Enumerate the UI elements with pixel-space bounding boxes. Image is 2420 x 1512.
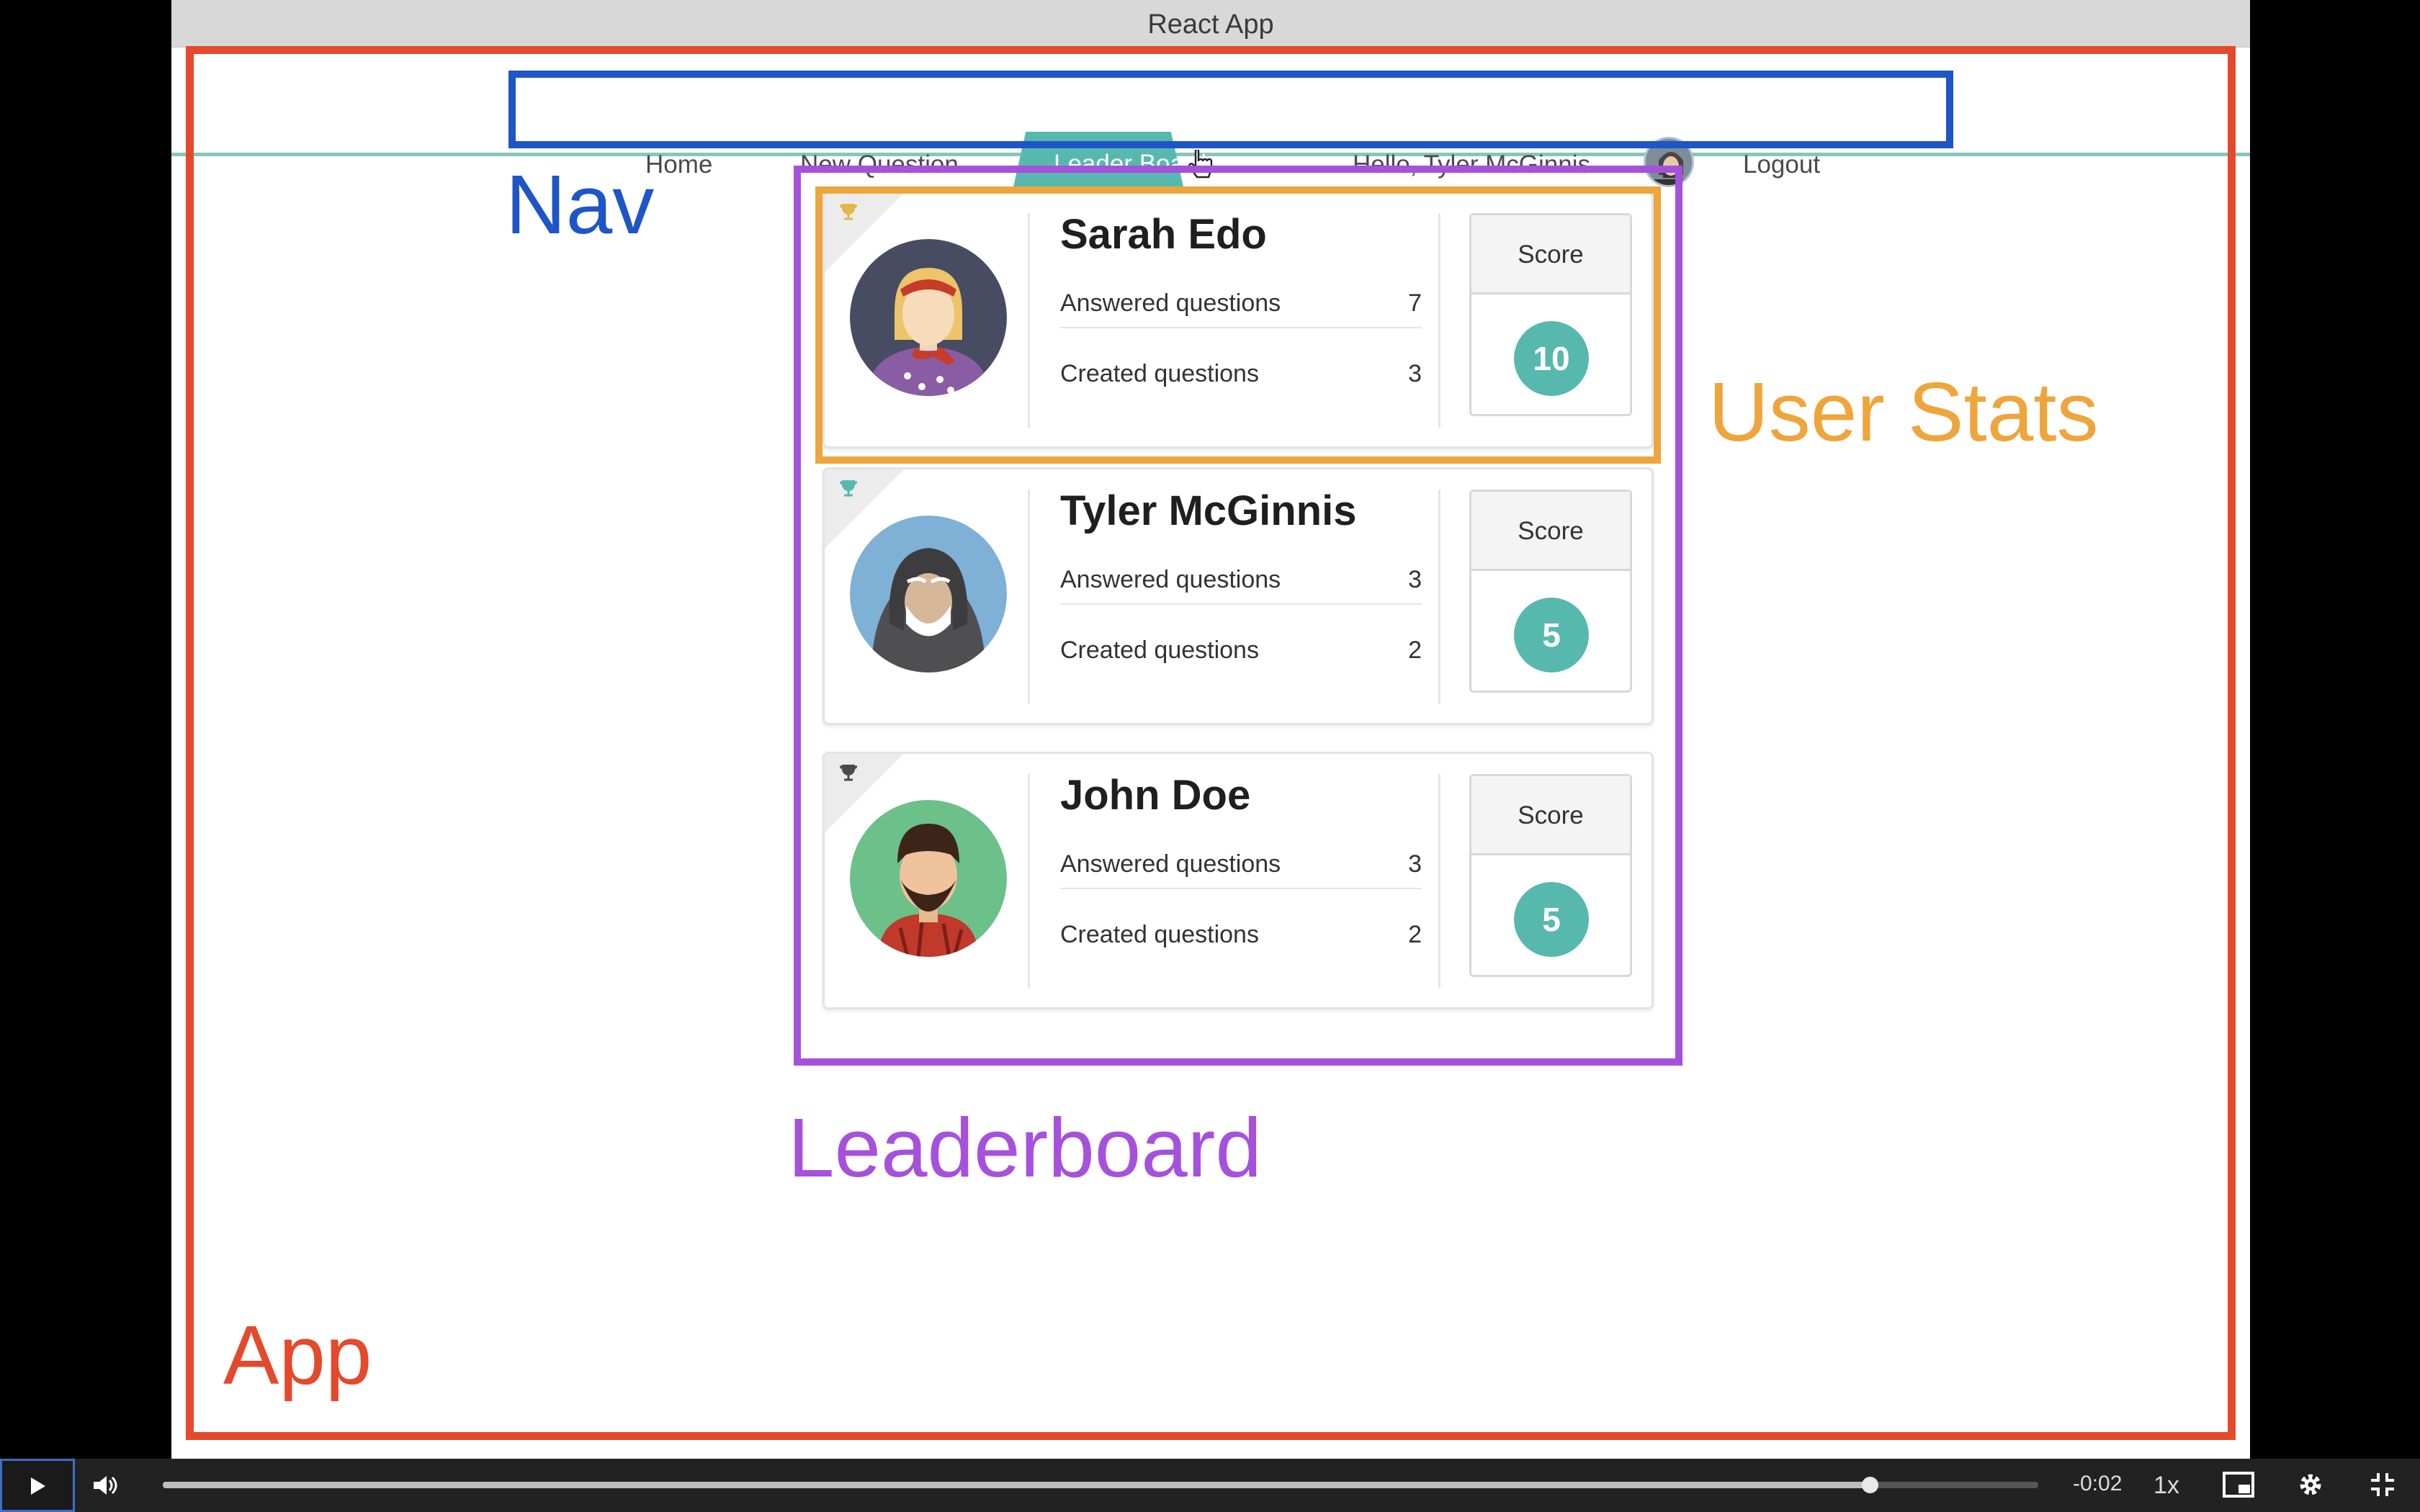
card-divider <box>1028 213 1030 428</box>
exit-fullscreen-icon[interactable] <box>2370 1472 2396 1498</box>
leaderboard-annotation-label: Leaderboard <box>788 1101 1262 1194</box>
trophy-icon <box>840 204 857 220</box>
video-progress-handle[interactable] <box>1861 1477 1878 1493</box>
created-questions-label: Created questions <box>1060 636 1259 664</box>
nav-leader-board-link[interactable]: Leader Board <box>1054 146 1206 182</box>
app-page: Home New Question Leader Board Hello, Ty… <box>171 48 2250 1459</box>
user-name: John Doe <box>1060 772 1251 819</box>
score-box: Score 10 <box>1469 213 1632 416</box>
user-card: Tyler McGinnis Answered questions 3 Crea… <box>823 467 1654 725</box>
score-value: 10 <box>1514 321 1589 396</box>
score-label: Score <box>1471 215 1630 294</box>
answered-questions-label: Answered questions <box>1060 850 1281 878</box>
user-avatar <box>850 239 1007 396</box>
card-divider <box>1028 774 1030 989</box>
volume-icon[interactable] <box>92 1473 118 1498</box>
video-progress-fill <box>163 1482 1870 1488</box>
stat-divider <box>1060 327 1422 328</box>
video-progress-track[interactable] <box>163 1477 2038 1493</box>
score-label: Score <box>1471 492 1630 571</box>
user-card: Sarah Edo Answered questions 7 Created q… <box>823 191 1654 449</box>
created-questions-row: Created questions 3 <box>1060 348 1422 399</box>
created-questions-value: 3 <box>1408 360 1422 387</box>
settings-gear-icon[interactable] <box>2298 1472 2323 1498</box>
nav-user-avatar <box>1644 137 1694 187</box>
score-value: 5 <box>1514 598 1589 672</box>
created-questions-value: 2 <box>1408 921 1422 948</box>
score-label: Score <box>1471 776 1630 855</box>
stat-divider <box>1060 888 1422 889</box>
browser-window: React App Home New Question Leader Board… <box>171 0 2250 1459</box>
card-divider <box>1438 213 1440 428</box>
answered-questions-row: Answered questions 7 <box>1060 278 1422 328</box>
window-title: React App <box>171 0 2250 48</box>
created-questions-label: Created questions <box>1060 921 1259 948</box>
hand-cursor-icon <box>1188 150 1213 179</box>
play-icon <box>31 1477 45 1495</box>
card-divider <box>1028 490 1030 704</box>
trophy-icon <box>840 480 857 497</box>
answered-questions-row: Answered questions 3 <box>1060 839 1422 889</box>
stat-divider <box>1060 603 1422 605</box>
created-questions-row: Created questions 2 <box>1060 909 1422 960</box>
answered-questions-label: Answered questions <box>1060 566 1281 593</box>
created-questions-row: Created questions 2 <box>1060 625 1422 675</box>
playback-speed-button[interactable]: 1x <box>2154 1472 2179 1500</box>
play-button[interactable] <box>0 1459 75 1512</box>
created-questions-label: Created questions <box>1060 360 1259 387</box>
score-box: Score 5 <box>1469 774 1632 977</box>
nav-home-link[interactable]: Home <box>645 144 712 186</box>
score-value: 5 <box>1514 882 1589 957</box>
app-annotation-label: App <box>223 1308 372 1402</box>
answered-questions-label: Answered questions <box>1060 289 1281 317</box>
user-name: Tyler McGinnis <box>1060 487 1357 534</box>
user-avatar <box>850 516 1007 672</box>
nav-logout-link[interactable]: Logout <box>1743 144 1820 186</box>
trophy-icon <box>840 765 857 781</box>
answered-questions-row: Answered questions 3 <box>1060 554 1422 605</box>
answered-questions-value: 3 <box>1408 566 1422 593</box>
answered-questions-value: 7 <box>1408 289 1422 317</box>
created-questions-value: 2 <box>1408 636 1422 664</box>
card-divider <box>1438 774 1440 989</box>
score-box: Score 5 <box>1469 490 1632 693</box>
user-avatar <box>850 800 1007 957</box>
user-name: Sarah Edo <box>1060 211 1267 258</box>
card-divider <box>1438 490 1440 704</box>
time-remaining: -0:02 <box>2073 1472 2123 1495</box>
user-card: John Doe Answered questions 3 Created qu… <box>823 752 1654 1009</box>
user-stats-annotation-label: User Stats <box>1708 365 2099 459</box>
nav-new-question-link[interactable]: New Question <box>800 144 959 186</box>
nav-greeting: Hello, Tyler McGinnis <box>1353 150 1591 179</box>
picture-in-picture-icon[interactable] <box>2223 1472 2254 1498</box>
answered-questions-value: 3 <box>1408 850 1422 878</box>
nav-annotation-label: Nav <box>506 158 655 251</box>
